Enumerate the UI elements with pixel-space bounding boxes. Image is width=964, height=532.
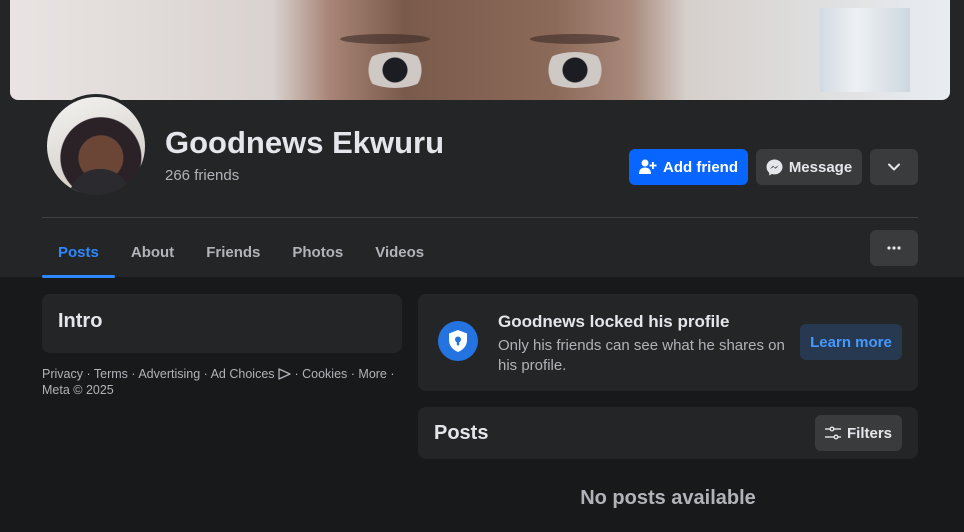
footer-link-terms[interactable]: Terms [94,367,128,381]
message-button[interactable]: Message [756,149,862,185]
profile-tabs: Posts About Friends Photos Videos [42,226,440,278]
profile-name: Goodnews Ekwuru [165,125,445,160]
tab-posts[interactable]: Posts [42,226,115,278]
intro-card: Intro [42,294,402,353]
more-options-button[interactable] [870,149,918,185]
filters-label: Filters [846,424,892,442]
footer-link-more[interactable]: More [358,367,386,381]
cover-photo-detail [540,52,610,88]
filters-icon [824,426,841,440]
cover-photo-detail [820,8,910,92]
empty-posts-message: No posts available [580,487,756,509]
footer-link-privacy[interactable]: Privacy [42,367,83,381]
posts-title: Posts [434,422,489,444]
more-dots-icon [887,246,901,250]
add-friend-icon [639,159,657,174]
message-label: Message [788,158,853,176]
friends-count[interactable]: 266 friends [165,167,239,184]
add-friend-button[interactable]: Add friend [629,149,748,185]
tab-about[interactable]: About [115,226,190,278]
footer-link-advertising[interactable]: Advertising [138,367,200,381]
shield-lock-icon [438,321,478,361]
header-divider [42,217,918,218]
cover-photo-detail [530,34,620,44]
add-friend-label: Add friend [663,158,738,176]
avatar-detail [69,169,131,195]
footer-links: Privacy · Terms · Advertising · Ad Choic… [42,367,395,397]
posts-card: Posts Filters [418,407,918,459]
filters-button[interactable]: Filters [815,415,902,451]
learn-more-button[interactable]: Learn more [800,324,902,360]
cover-photo[interactable] [10,0,950,100]
footer-link-cookies[interactable]: Cookies [302,367,347,381]
tab-friends[interactable]: Friends [190,226,276,278]
intro-title: Intro [58,310,103,332]
locked-profile-description: Only his friends can see what he shares … [498,337,785,374]
cover-photo-detail [340,34,430,44]
ad-choices-icon [278,368,291,380]
footer-link-ad-choices[interactable]: Ad Choices [211,367,275,381]
profile-avatar[interactable] [44,94,148,198]
tabs-more-button[interactable] [870,230,918,266]
tab-photos[interactable]: Photos [276,226,359,278]
locked-profile-card: Goodnews locked his profile Only his fri… [418,294,918,391]
tab-videos[interactable]: Videos [359,226,440,278]
chevron-down-icon [888,163,900,171]
locked-profile-title: Goodnews locked his profile [498,312,730,331]
footer-copyright: Meta © 2025 [42,383,114,397]
cover-photo-detail [360,52,430,88]
messenger-icon [766,159,783,175]
